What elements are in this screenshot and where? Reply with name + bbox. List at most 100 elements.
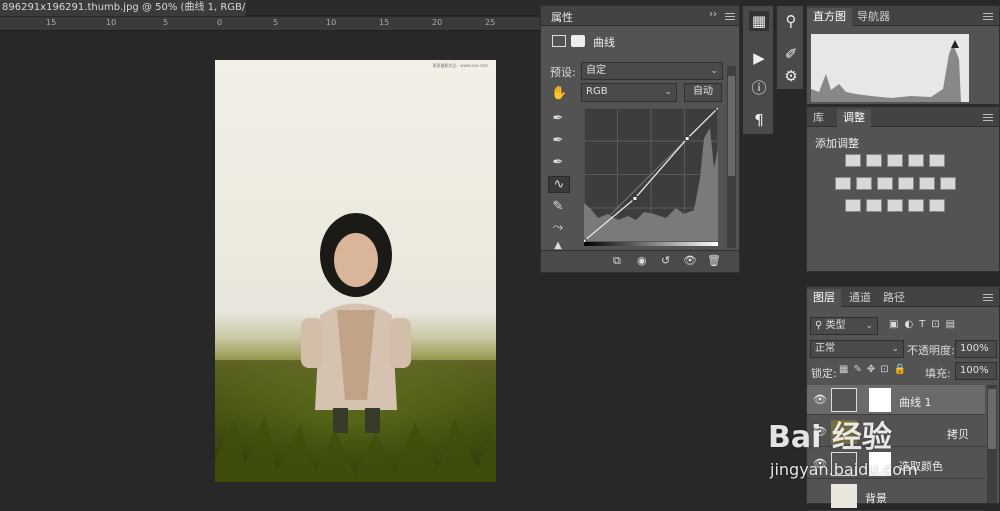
fill-label: 填充: (925, 367, 951, 380)
clip-to-layer-icon[interactable]: ⧉ (613, 254, 621, 268)
layer-row[interactable]: 背景 (807, 481, 985, 511)
panel-menu-icon[interactable] (725, 13, 735, 20)
tab-channels[interactable]: 通道 (843, 289, 877, 307)
properties-title: 曲线 (593, 36, 615, 49)
sliders-icon[interactable]: ⚙ (781, 66, 801, 86)
color-balance-icon[interactable] (856, 177, 872, 190)
preset-dropdown[interactable]: 自定 ⌄ (581, 62, 723, 80)
document-tab[interactable]: 896291x196291.thumb.jpg @ 50% (曲线 1, RGB… (0, 0, 246, 16)
ruler-tick: 5 (273, 18, 279, 27)
curves-icon[interactable] (887, 154, 903, 167)
layer-thumb (831, 484, 857, 508)
view-previous-icon[interactable]: ◉ (637, 254, 647, 267)
histogram-graph (811, 34, 969, 102)
curve-point[interactable] (684, 136, 690, 142)
properties-panel-icon[interactable]: ▦ (749, 11, 769, 31)
baidu-watermark: Bai 经验 (768, 420, 892, 455)
tab-adjustments[interactable]: 调整 (837, 109, 871, 127)
brush-icon[interactable]: ✐ (781, 44, 801, 64)
tab-histogram[interactable]: 直方图 (807, 8, 852, 26)
reset-icon[interactable]: ↺ (661, 254, 670, 267)
threshold-icon[interactable] (887, 199, 903, 212)
stamp-icon[interactable]: ⚲ (781, 11, 801, 31)
preset-value: 自定 (586, 65, 606, 76)
layer-filter-dropdown[interactable]: ⚲ 类型 ⌄ (810, 317, 878, 335)
channel-dropdown[interactable]: RGB ⌄ (581, 83, 677, 102)
lock-label: 锁定: (811, 367, 837, 380)
eyedropper-gray-icon[interactable]: ✒ (549, 133, 567, 148)
layer-row[interactable]: 👁 曲线 1 (807, 385, 985, 415)
fill-field[interactable]: 100% (955, 362, 997, 380)
gradient-map-icon[interactable] (929, 199, 945, 212)
channel-mixer-icon[interactable] (919, 177, 935, 190)
target-adjust-icon[interactable]: ✋ (551, 86, 567, 101)
adjustments-panel: 库 调整 添加调整 (806, 106, 1000, 272)
blend-mode-dropdown[interactable]: 正常 ⌄ (810, 340, 904, 358)
tab-paths[interactable]: 路径 (877, 289, 911, 307)
levels-icon[interactable] (866, 154, 882, 167)
properties-scrollbar[interactable] (727, 66, 736, 248)
photo-image[interactable]: 恩泉摄影作品 · www.xxx.com (215, 60, 496, 482)
play-icon[interactable]: ▶ (749, 48, 769, 68)
panel-menu-icon[interactable] (983, 294, 993, 301)
search-icon: ⚲ (815, 320, 826, 331)
curve-point[interactable] (632, 195, 638, 201)
photo-filter-icon[interactable] (898, 177, 914, 190)
scrollbar-thumb[interactable] (988, 389, 996, 449)
eyedropper-black-icon[interactable]: ✒ (549, 111, 567, 126)
info-icon[interactable]: ⓘ (749, 78, 769, 98)
color-lookup-icon[interactable] (940, 177, 956, 190)
visibility-icon[interactable]: 👁 (813, 393, 827, 406)
layers-header: 图层 通道 路径 (807, 287, 999, 307)
filter-icons[interactable]: ▣◐T⊡▤ (889, 319, 961, 330)
baidu-watermark-url: jingyan.baidu.com (770, 460, 918, 479)
blend-value: 正常 (815, 343, 835, 354)
auto-button[interactable]: 自动 (684, 83, 722, 102)
curve-edit-icon[interactable]: ∿ (548, 176, 570, 193)
tab-layers[interactable]: 图层 (807, 289, 841, 307)
paragraph-icon[interactable]: ¶ (749, 110, 769, 130)
adjustment-row-1 (845, 154, 950, 170)
panel-menu-icon[interactable] (983, 114, 993, 121)
opacity-field[interactable]: 100% (955, 340, 997, 358)
brightness-icon[interactable] (845, 154, 861, 167)
tab-library[interactable]: 库 (807, 109, 830, 127)
posterize-icon[interactable] (866, 199, 882, 212)
horizontal-ruler: 15 10 5 0 5 10 15 20 25 (0, 17, 540, 31)
tab-navigator[interactable]: 导航器 (851, 8, 896, 26)
ruler-tick: 0 (217, 18, 223, 27)
curve-graph[interactable] (584, 108, 718, 246)
selective-color-icon[interactable] (908, 199, 924, 212)
trash-icon[interactable]: 🗑 (707, 254, 721, 267)
ruler-tick: 20 (432, 18, 443, 27)
properties-panel: 属性 ›› 曲线 预设: 自定 ⌄ ✋ RGB ⌄ 自动 ✒ ✒ ✒ ∿ ✎ ⤳… (540, 5, 740, 273)
layer-mask-thumb (869, 388, 891, 412)
properties-tab[interactable]: 属性 (551, 9, 573, 25)
layer-name[interactable]: 曲线 1 (899, 394, 932, 410)
histogram-panel: 直方图 导航器 (806, 5, 1000, 105)
eyedropper-white-icon[interactable]: ✒ (549, 155, 567, 170)
exposure-icon[interactable] (908, 154, 924, 167)
pencil-icon[interactable]: ✎ (549, 199, 567, 214)
adjustments-header: 库 调整 (807, 107, 999, 127)
adjustment-row-3 (845, 199, 950, 215)
black-white-icon[interactable] (877, 177, 893, 190)
mask-icon[interactable] (571, 35, 585, 47)
hue-saturation-icon[interactable] (835, 177, 851, 190)
histogram-header: 直方图 导航器 (807, 6, 999, 26)
layers-scrollbar[interactable] (987, 385, 997, 503)
curve-point[interactable] (715, 108, 718, 111)
ruler-tick: 10 (106, 18, 117, 27)
scrollbar-thumb[interactable] (728, 76, 735, 176)
chevron-down-icon: ⌄ (710, 66, 718, 76)
vibrance-icon[interactable] (929, 154, 945, 167)
visibility-icon[interactable]: 👁 (683, 254, 697, 267)
panel-menu-icon[interactable] (983, 13, 993, 20)
collapse-icon[interactable]: ›› (709, 9, 717, 20)
invert-icon[interactable] (845, 199, 861, 212)
layer-name[interactable]: 拷贝 (947, 426, 969, 442)
lock-icons[interactable]: ▦✎✥⊡🔒 (839, 364, 911, 375)
fill-value: 100% (960, 365, 989, 376)
preset-label: 预设: (550, 66, 576, 79)
smooth-icon[interactable]: ⤳ (549, 220, 567, 235)
